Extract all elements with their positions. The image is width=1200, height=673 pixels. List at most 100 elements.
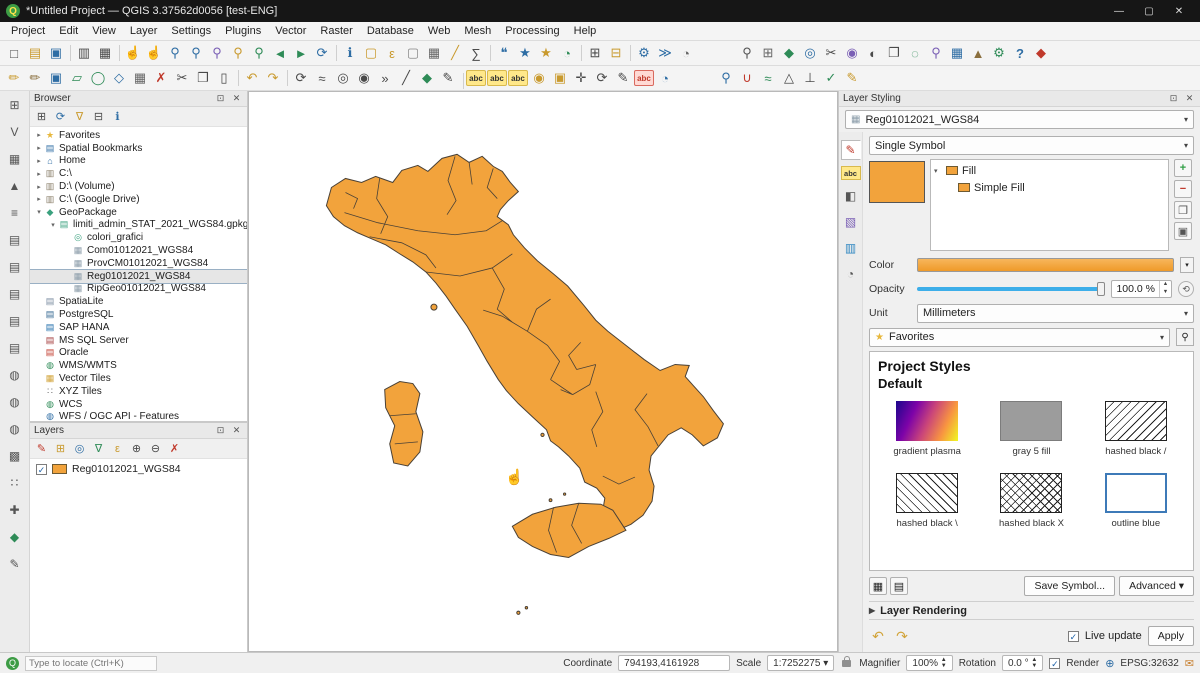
offset-curve-tool[interactable]: » <box>375 68 395 88</box>
save-layer-edits-button[interactable]: ▣ <box>46 68 66 88</box>
modify-attributes-button[interactable]: ▦ <box>130 68 150 88</box>
new-scratch-layer-button[interactable]: ✎ <box>5 554 25 574</box>
check-geometries-button[interactable]: ✓ <box>821 68 841 88</box>
browser-item-colori-grafici[interactable]: ◎ colori_grafici <box>30 231 247 244</box>
style-hashed-black-forward[interactable]: hashed black / <box>1105 401 1167 457</box>
browser-item-sap-hana[interactable]: ▤ SAP HANA <box>30 321 247 334</box>
browser-filter-button[interactable]: ∇ <box>71 108 88 125</box>
tab-diagrams[interactable]: ▥ <box>841 238 861 258</box>
manage-map-themes-button[interactable]: ◎ <box>71 440 88 457</box>
open-data-source-manager-button[interactable]: ⊞ <box>5 95 25 115</box>
show-spatial-bookmarks-button[interactable]: ★ <box>536 43 556 63</box>
add-delimited-text-button[interactable]: ≡ <box>5 203 25 223</box>
new-print-layout-button[interactable]: ▥ <box>74 43 94 63</box>
undo-button[interactable]: ↶ <box>242 68 262 88</box>
move-label-tool[interactable]: ✛ <box>571 68 591 88</box>
maximize-button[interactable]: ▢ <box>1134 1 1164 21</box>
browser-refresh-button[interactable]: ⟳ <box>52 108 69 125</box>
map-tips-button[interactable]: ❝ <box>494 43 514 63</box>
zoom-last-button[interactable]: ◄ <box>270 43 290 63</box>
browser-close-button[interactable]: ✕ <box>230 93 243 104</box>
add-wfs-layer-button[interactable]: ◍ <box>5 419 25 439</box>
browser-item-reg[interactable]: ▦ Reg01012021_WGS84 <box>30 270 247 283</box>
message-log-icon[interactable]: ✉ <box>1185 657 1194 670</box>
spatial-query-button[interactable]: ⚲ <box>926 43 946 63</box>
slider-handle[interactable] <box>1097 282 1105 296</box>
merge-features-tool[interactable]: ◆ <box>417 68 437 88</box>
tab-history[interactable]: ◔ <box>841 264 861 284</box>
save-project-button[interactable]: ▣ <box>46 43 66 63</box>
vector-overlay-button[interactable]: ◆ <box>779 43 799 63</box>
zoom-to-layer-button[interactable]: ⚲ <box>249 43 269 63</box>
layer-visibility-checkbox[interactable]: ✓ <box>36 464 47 475</box>
live-update-checkbox[interactable]: ✓ <box>1068 631 1079 642</box>
dissolve-tool-button[interactable]: ◌ <box>905 43 925 63</box>
tracing-toggle-button[interactable]: ≈ <box>758 68 778 88</box>
statistical-summary-button[interactable]: ∑ <box>466 43 486 63</box>
diagram-options-button[interactable]: ◔ <box>655 68 675 88</box>
map-canvas[interactable]: ☝ <box>248 91 838 652</box>
add-vector-tile-layer-button[interactable]: ▩ <box>5 446 25 466</box>
change-label-tool[interactable]: ✎ <box>613 68 633 88</box>
simplify-feature-tool[interactable]: ≈ <box>312 68 332 88</box>
browser-item-xyz-tiles[interactable]: ∷ XYZ Tiles <box>30 385 247 398</box>
styling-layer-select[interactable]: ▦ Reg01012021_WGS84 ▾ <box>845 110 1194 129</box>
new-geopackage-button[interactable]: ◆ <box>5 527 25 547</box>
browser-item-ripgeo[interactable]: ▦ RipGeo01012021_WGS84 <box>30 283 247 296</box>
style-filter-button[interactable]: ⚲ <box>1176 328 1194 346</box>
browser-item-gpkg-file[interactable]: ▾ ▤ limiti_admin_STAT_2021_WGS84.gpkg <box>30 219 247 232</box>
color-picker-bar[interactable] <box>917 258 1174 272</box>
browser-item-geopackage[interactable]: ▾ ◆ GeoPackage <box>30 206 247 219</box>
buffer-tool-button[interactable]: ◎ <box>800 43 820 63</box>
split-features-tool[interactable]: ╱ <box>396 68 416 88</box>
add-circular-string-tool[interactable]: ◯ <box>88 68 108 88</box>
style-undo-button[interactable]: ↶ <box>869 628 887 645</box>
processing-toolbox-button[interactable]: ⚙ <box>634 43 654 63</box>
browser-dock-button[interactable]: ⊡ <box>214 93 227 104</box>
symbol-type-select[interactable]: Single Symbol ▾ <box>869 136 1194 155</box>
digitize-polygon-tool[interactable]: ▱ <box>67 68 87 88</box>
menu-item[interactable]: Raster <box>313 22 359 40</box>
browser-properties-button[interactable]: ℹ <box>109 108 126 125</box>
zoom-to-selection-button[interactable]: ⚲ <box>228 43 248 63</box>
add-xyz-layer-button[interactable]: ∷ <box>5 473 25 493</box>
zoom-in-tool[interactable]: ⚲ <box>165 43 185 63</box>
menu-item[interactable]: Edit <box>52 22 85 40</box>
osm-search-button[interactable]: ⚲ <box>737 43 757 63</box>
browser-item-spatial-bookmarks[interactable]: ▸ ▤ Spatial Bookmarks <box>30 142 247 155</box>
refresh-map-button[interactable]: ⟳ <box>312 43 332 63</box>
menu-item[interactable]: Project <box>4 22 52 40</box>
intersection-tool-button[interactable]: ◉ <box>842 43 862 63</box>
reshape-features-tool[interactable]: ✎ <box>438 68 458 88</box>
tab-3d-view[interactable]: ▧ <box>841 212 861 232</box>
zoom-next-button[interactable]: ► <box>291 43 311 63</box>
style-hashed-black-back[interactable]: hashed black \ <box>896 473 958 529</box>
zoom-out-tool[interactable]: ⚲ <box>186 43 206 63</box>
tab-mask[interactable]: ◧ <box>841 186 861 206</box>
pan-map-tool[interactable]: ☝ <box>123 43 143 63</box>
plugin-manager-button[interactable]: ⚙ <box>989 43 1009 63</box>
duplicate-symbol-layer-button[interactable]: ❐ <box>1174 201 1192 219</box>
close-button[interactable]: ✕ <box>1164 1 1194 21</box>
menu-item[interactable]: Database <box>360 22 421 40</box>
unit-select[interactable]: Millimeters ▾ <box>917 304 1194 323</box>
new-project-button[interactable]: □ <box>4 43 24 63</box>
filter-by-expression-button[interactable]: ε <box>109 440 126 457</box>
georeferencer-button[interactable]: ⊞ <box>758 43 778 63</box>
zoom-full-button[interactable]: ⚲ <box>207 43 227 63</box>
redo-button[interactable]: ↷ <box>263 68 283 88</box>
cut-features-button[interactable]: ✂ <box>172 68 192 88</box>
crs-indicator[interactable]: EPSG:32632 <box>1120 658 1178 669</box>
menu-item[interactable]: Processing <box>498 22 566 40</box>
style-gray-5-fill[interactable]: gray 5 fill <box>1000 401 1062 457</box>
color-dropdown-button[interactable]: ▾ <box>1180 257 1194 273</box>
difference-tool-button[interactable]: ◐ <box>863 43 883 63</box>
menu-item[interactable]: View <box>85 22 123 40</box>
browser-item-wcs[interactable]: ◍ WCS <box>30 398 247 411</box>
style-redo-button[interactable]: ↷ <box>893 628 911 645</box>
layer-rendering-section[interactable]: ▶ Layer Rendering <box>869 601 1194 620</box>
single-labeling-button[interactable]: abc <box>487 70 507 86</box>
fill-ring-tool[interactable]: ◉ <box>354 68 374 88</box>
current-edits-button[interactable]: ✏ <box>4 68 24 88</box>
expand-all-button[interactable]: ⊕ <box>128 440 145 457</box>
